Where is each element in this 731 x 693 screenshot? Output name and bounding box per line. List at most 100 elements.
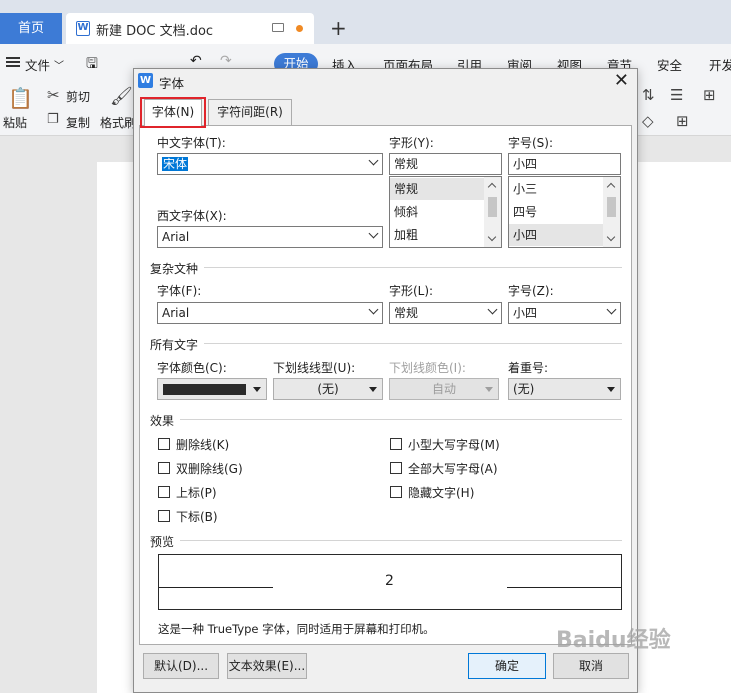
chevron-down-icon: [487, 304, 498, 315]
hamburger-icon[interactable]: [6, 57, 20, 67]
complex-font-select[interactable]: Arial: [157, 302, 383, 324]
underline-type-select[interactable]: (无): [273, 378, 383, 400]
save-icon[interactable]: 🖫: [86, 53, 98, 77]
list-item[interactable]: 小三: [509, 178, 605, 200]
emphasis-select[interactable]: (无): [508, 378, 621, 400]
complex-style-select[interactable]: 常规: [389, 302, 502, 324]
fill-icon[interactable]: ◇: [642, 112, 654, 130]
hidden-text-label[interactable]: 隐藏文字(H): [408, 484, 474, 501]
all-caps-checkbox[interactable]: [390, 462, 402, 474]
dialog-title-bar: W 字体 ✕: [134, 69, 637, 93]
tab-char-spacing[interactable]: 字符间距(R): [208, 99, 292, 125]
chevron-down-icon: [368, 304, 379, 315]
format-painter-icon[interactable]: 🖌: [110, 86, 133, 107]
tab-home[interactable]: 首页: [0, 13, 62, 44]
list-item[interactable]: 常规: [390, 178, 486, 200]
strikethrough-label[interactable]: 删除线(K): [176, 436, 229, 453]
small-caps-checkbox[interactable]: [390, 438, 402, 450]
preview-baseline-right: [507, 587, 621, 588]
underline-color-value: 自动: [431, 382, 456, 396]
cancel-button[interactable]: 取消: [553, 653, 629, 679]
double-strikethrough-label[interactable]: 双删除线(G): [176, 460, 243, 477]
menu-dev[interactable]: 开发: [709, 55, 731, 74]
scissors-icon[interactable]: ✂: [47, 86, 60, 104]
emphasis-value: (无): [513, 382, 535, 396]
preview-section-title: 预览: [150, 535, 175, 549]
style-label: 字形(Y):: [389, 136, 434, 150]
close-icon[interactable]: ✕: [614, 70, 629, 92]
menu-file[interactable]: 文件: [25, 55, 50, 74]
undo-icon[interactable]: ↶: [190, 53, 202, 69]
style-scrollbar[interactable]: [484, 177, 501, 247]
underline-type-value: (无): [317, 382, 339, 396]
divider: [204, 343, 622, 344]
font-tab-panel: 中文字体(T): 宋体 字形(Y): 常规 常规 倾斜 加粗 字号(S): 小四…: [139, 125, 632, 645]
chevron-down-icon: [606, 304, 617, 315]
style-listbox[interactable]: 常规 倾斜 加粗: [389, 176, 502, 248]
cut-label[interactable]: 剪切: [66, 88, 90, 105]
strikethrough-checkbox[interactable]: [158, 438, 170, 450]
document-title: 新建 DOC 文档.doc: [96, 24, 214, 39]
menu-security[interactable]: 安全: [657, 55, 682, 74]
caret-down-icon: [369, 387, 377, 392]
size-listbox[interactable]: 小三 四号 小四: [508, 176, 621, 248]
font-description: 这是一种 TrueType 字体，同时适用于屏幕和打印机。: [158, 622, 435, 636]
style-input[interactable]: 常规: [389, 153, 502, 175]
superscript-checkbox[interactable]: [158, 486, 170, 498]
superscript-label[interactable]: 上标(P): [176, 484, 217, 501]
double-strikethrough-checkbox[interactable]: [158, 462, 170, 474]
border-icon[interactable]: ⊞: [676, 112, 689, 130]
copy-icon[interactable]: ❐: [47, 112, 59, 127]
chevron-down-icon[interactable]: ﹀: [54, 57, 64, 72]
paste-icon[interactable]: 📋: [8, 86, 33, 110]
chinese-font-value: 宋体: [162, 157, 189, 171]
subscript-checkbox[interactable]: [158, 510, 170, 522]
complex-style-value: 常规: [394, 306, 419, 320]
tab-document[interactable]: W 新建 DOC 文档.doc: [66, 13, 314, 44]
scroll-thumb[interactable]: [488, 197, 497, 217]
title-tab-bar: 首页 W 新建 DOC 文档.doc +: [0, 0, 731, 44]
underline-color-label: 下划线颜色(I):: [389, 361, 466, 375]
underline-color-select: 自动: [389, 378, 499, 400]
all-caps-label[interactable]: 全部大写字母(A): [408, 460, 498, 477]
chinese-font-select[interactable]: 宋体: [157, 153, 383, 175]
text-effect-button[interactable]: 文本效果(E)...: [227, 653, 307, 679]
scroll-thumb[interactable]: [607, 197, 616, 217]
complex-style-label: 字形(L):: [389, 284, 434, 298]
size-scrollbar[interactable]: [603, 177, 620, 247]
new-tab-plus-icon[interactable]: +: [330, 16, 347, 40]
western-font-select[interactable]: Arial: [157, 226, 383, 248]
size-input[interactable]: 小四: [508, 153, 621, 175]
complex-size-select[interactable]: 小四: [508, 302, 621, 324]
subscript-label[interactable]: 下标(B): [176, 508, 218, 525]
emphasis-label: 着重号:: [508, 361, 549, 375]
scroll-up-icon[interactable]: [606, 182, 616, 192]
complex-section-title: 复杂文种: [150, 262, 199, 276]
scroll-down-icon[interactable]: [606, 232, 616, 242]
font-color-select[interactable]: [157, 378, 267, 400]
scroll-down-icon[interactable]: [487, 232, 497, 242]
list-item[interactable]: 加粗: [390, 224, 486, 246]
divider: [180, 419, 622, 420]
format-painter-label[interactable]: 格式刷: [100, 114, 136, 131]
table-icon[interactable]: ⊞: [703, 86, 716, 104]
tab-font[interactable]: 字体(N): [140, 97, 206, 128]
dialog-tabs: 字体(N) 字符间距(R): [134, 97, 637, 128]
hidden-text-checkbox[interactable]: [390, 486, 402, 498]
size-label: 字号(S):: [508, 136, 554, 150]
default-button[interactable]: 默认(D)...: [143, 653, 219, 679]
monitor-icon[interactable]: [272, 23, 284, 32]
list-item[interactable]: 小四: [509, 224, 605, 246]
sort-icon[interactable]: ⇅: [642, 86, 655, 104]
underline-type-label: 下划线线型(U):: [273, 361, 356, 375]
small-caps-label[interactable]: 小型大写字母(M): [408, 436, 500, 453]
redo-icon[interactable]: ↷: [220, 53, 232, 69]
list-item[interactable]: 倾斜: [390, 201, 486, 223]
list-item[interactable]: 四号: [509, 201, 605, 223]
paste-label[interactable]: 粘贴: [3, 114, 27, 131]
line-spacing-icon[interactable]: ☰: [670, 86, 683, 104]
caret-down-icon: [485, 387, 493, 392]
scroll-up-icon[interactable]: [487, 182, 497, 192]
copy-label[interactable]: 复制: [66, 114, 90, 131]
ok-button[interactable]: 确定: [468, 653, 546, 679]
